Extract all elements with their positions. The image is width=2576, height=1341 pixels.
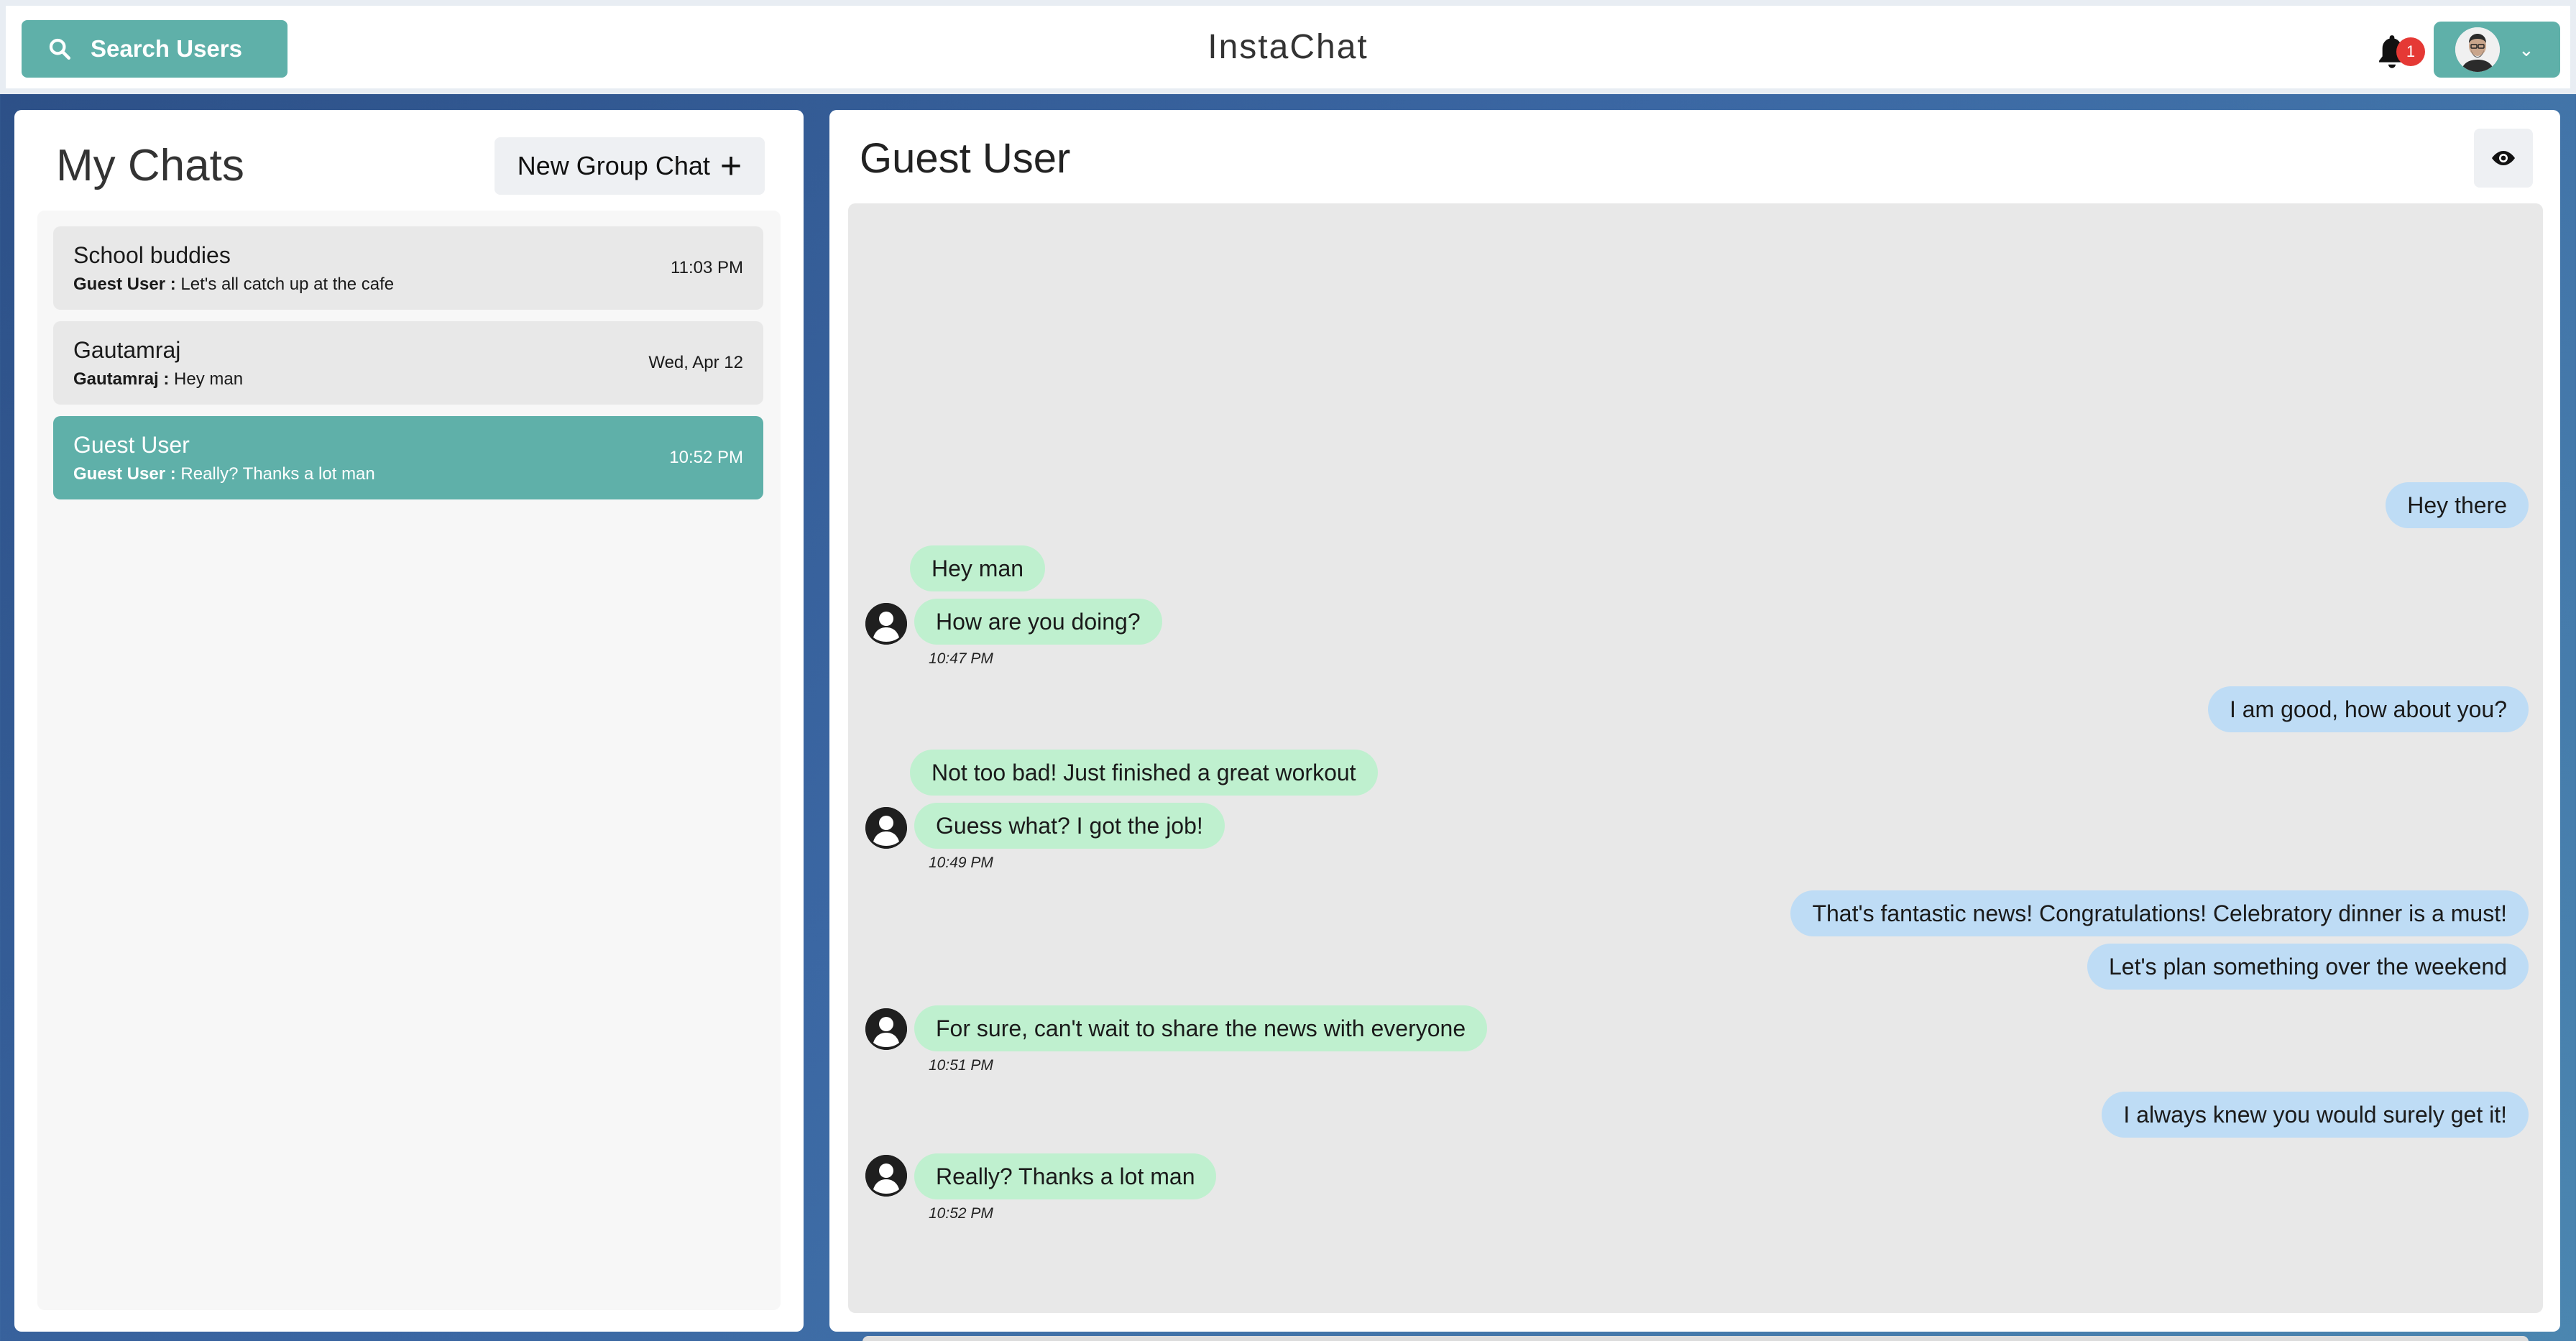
chat-name: Guest User: [73, 432, 190, 458]
chat-preview-text: Let's all catch up at the cafe: [180, 275, 395, 294]
message-timestamp: 10:52 PM: [929, 1205, 993, 1222]
chat-time: 11:03 PM: [671, 258, 743, 277]
view-profile-button[interactable]: [2474, 129, 2533, 188]
chat-item-school-buddies[interactable]: School buddies Guest User : Let's all ca…: [53, 226, 763, 310]
chat-time: 10:52 PM: [669, 448, 743, 467]
messages-area: Hey there Hey man How are you doing? 10:…: [848, 203, 2543, 1341]
message-outgoing: I am good, how about you?: [2207, 686, 2529, 732]
sender-avatar: [865, 807, 907, 849]
app-title: InstaChat: [1208, 28, 1368, 66]
plus-icon: +: [719, 145, 742, 187]
chat-panel: Guest User Hey there Hey man How are you…: [829, 110, 2560, 1341]
message-outgoing: Hey there: [2386, 482, 2529, 528]
message-outgoing: I always knew you would surely get it!: [2102, 1092, 2529, 1138]
chat-preview-sender: Guest User :: [73, 464, 176, 484]
message-incoming: How are you doing?: [914, 599, 1162, 645]
chat-item-gautamraj[interactable]: Gautamraj Gautamraj : Hey man Wed, Apr 1…: [53, 321, 763, 405]
top-bar: Search Users InstaChat 1 ⌄: [0, 0, 2576, 94]
message-input[interactable]: [862, 1336, 2529, 1341]
chat-time: Wed, Apr 12: [648, 353, 743, 372]
message-incoming: Guess what? I got the job!: [914, 803, 1225, 849]
chat-preview: Guest User : Let's all catch up at the c…: [73, 275, 743, 295]
message-timestamp: 10:47 PM: [929, 650, 993, 667]
message-timestamp: 10:49 PM: [929, 854, 993, 871]
notification-badge: 1: [2396, 37, 2425, 66]
profile-menu-button[interactable]: ⌄: [2434, 22, 2560, 78]
chevron-down-icon: ⌄: [2518, 38, 2534, 60]
message-incoming: Hey man: [910, 545, 1046, 591]
sender-avatar: [865, 603, 907, 645]
my-chats-title: My Chats: [56, 141, 244, 190]
new-group-chat-button[interactable]: New Group Chat +: [494, 137, 765, 195]
chat-preview: Gautamraj : Hey man: [73, 369, 743, 390]
chat-name: School buddies: [73, 242, 231, 268]
chat-preview-sender: Gautamraj :: [73, 369, 170, 389]
message-outgoing: Let's plan something over the weekend: [2087, 944, 2529, 990]
chat-preview-text: Really? Thanks a lot man: [180, 464, 375, 484]
message-incoming: For sure, can't wait to share the news w…: [914, 1005, 1488, 1051]
chat-preview-text: Hey man: [174, 369, 244, 389]
chat-title: Guest User: [860, 135, 1071, 182]
eye-icon: [2492, 151, 2515, 165]
avatar: [2455, 27, 2500, 72]
chat-preview: Guest User : Really? Thanks a lot man: [73, 464, 743, 484]
my-chats-panel: My Chats New Group Chat + School buddies…: [14, 110, 804, 1332]
message-incoming: Really? Thanks a lot man: [914, 1153, 1217, 1199]
sender-avatar: [865, 1155, 907, 1197]
chat-name: Gautamraj: [73, 337, 181, 363]
sender-avatar: [865, 1008, 907, 1050]
chat-list: School buddies Guest User : Let's all ca…: [37, 211, 781, 1310]
message-incoming: Not too bad! Just finished a great worko…: [910, 750, 1378, 796]
message-outgoing: That's fantastic news! Congratulations! …: [1790, 890, 2529, 936]
chat-preview-sender: Guest User :: [73, 275, 176, 294]
chat-item-guest-user[interactable]: Guest User Guest User : Really? Thanks a…: [53, 416, 763, 499]
message-timestamp: 10:51 PM: [929, 1057, 993, 1074]
new-group-chat-label: New Group Chat: [517, 151, 710, 180]
